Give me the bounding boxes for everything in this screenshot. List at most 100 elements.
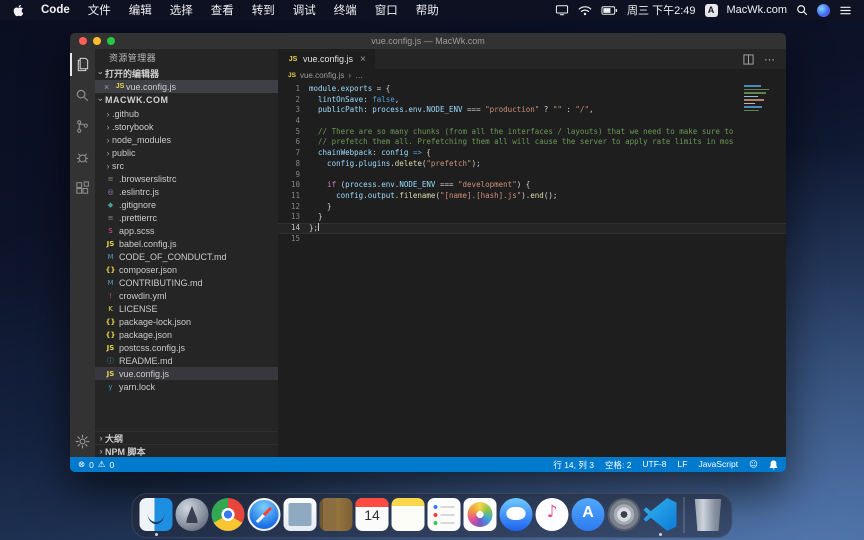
notification-list-icon[interactable] <box>839 5 852 16</box>
menubar-account[interactable]: MacWk.com <box>727 4 788 16</box>
code-area[interactable]: 1module.exports = {2 lintOnSave: false,3… <box>278 81 786 457</box>
reminders-icon <box>428 498 461 531</box>
wifi-icon[interactable] <box>578 5 592 16</box>
dock-item-photos[interactable] <box>464 498 497 531</box>
search-icon[interactable] <box>796 4 808 16</box>
tree-file-.gitignore[interactable]: ◆.gitignore <box>95 198 278 211</box>
status-language-mode[interactable]: JavaScript <box>698 459 738 471</box>
menu-item-转到[interactable]: 转到 <box>243 2 284 18</box>
menubar-clock[interactable]: 周三 下午2:49 <box>627 2 695 18</box>
messages-icon <box>500 498 533 531</box>
feedback-smiley-icon[interactable]: ☺ <box>749 460 758 470</box>
notifications-bell-icon[interactable] <box>769 460 778 470</box>
dock-item-contacts[interactable] <box>320 498 353 531</box>
breadcrumb-more[interactable]: … <box>355 71 363 80</box>
source-control-icon[interactable] <box>70 111 95 142</box>
mail-icon <box>284 498 317 531</box>
dock-item-messages[interactable] <box>500 498 533 531</box>
tree-file-babel.config.js[interactable]: JSbabel.config.js <box>95 237 278 250</box>
project-root-header[interactable]: › MACWK.COM <box>95 93 278 107</box>
more-actions-icon[interactable]: ⋯ <box>764 53 776 66</box>
tree-file-app.scss[interactable]: Sapp.scss <box>95 224 278 237</box>
tree-file-.browserslistrc[interactable]: ≡.browserslistrc <box>95 172 278 185</box>
menu-item-终端[interactable]: 终端 <box>325 2 366 18</box>
code-text: }; <box>309 223 319 234</box>
code-text: // There are so many chunks (from all th… <box>309 127 733 138</box>
split-editor-icon[interactable] <box>743 54 754 65</box>
minimap[interactable] <box>744 83 772 115</box>
dock-item-safari[interactable] <box>248 498 281 531</box>
menu-item-选择[interactable]: 选择 <box>161 2 202 18</box>
dock-item-launchpad[interactable] <box>176 498 209 531</box>
tab-close-icon[interactable]: × <box>360 54 366 65</box>
search-sidebar-icon[interactable] <box>70 80 95 111</box>
appstore-icon <box>572 498 605 531</box>
tree-folder-src[interactable]: ›src <box>95 159 278 172</box>
window-titlebar[interactable]: vue.config.js — MacWk.com <box>70 33 786 49</box>
tree-file-package-lock.json[interactable]: {}package-lock.json <box>95 315 278 328</box>
tree-file-.eslintrc.js[interactable]: ◎.eslintrc.js <box>95 185 278 198</box>
file-name: package.json <box>119 330 172 340</box>
tree-file-.prettierrc[interactable]: ≡.prettierrc <box>95 211 278 224</box>
close-editor-icon[interactable]: × <box>104 82 114 92</box>
status-encoding[interactable]: UTF-8 <box>642 459 666 471</box>
tree-file-postcss.config.js[interactable]: JSpostcss.config.js <box>95 341 278 354</box>
menu-item-编辑[interactable]: 编辑 <box>120 2 161 18</box>
explorer-icon[interactable] <box>70 49 95 80</box>
tree-file-vue.config.js[interactable]: JSvue.config.js <box>95 367 278 380</box>
open-editor-item-vue-config[interactable]: × JS vue.config.js <box>95 80 278 93</box>
file-name: CONTRIBUTING.md <box>119 278 203 288</box>
tree-file-CONTRIBUTING.md[interactable]: MCONTRIBUTING.md <box>95 276 278 289</box>
status-cursor-position[interactable]: 行 14, 列 3 <box>553 459 594 471</box>
tree-file-package.json[interactable]: {}package.json <box>95 328 278 341</box>
status-indent-setting[interactable]: 空格: 2 <box>605 459 631 471</box>
apple-menu[interactable] <box>13 4 24 17</box>
tree-file-yarn.lock[interactable]: yyarn.lock <box>95 380 278 393</box>
dock-item-notes[interactable] <box>392 498 425 531</box>
status-eol-sequence[interactable]: LF <box>678 459 688 471</box>
menu-item-窗口[interactable]: 窗口 <box>366 2 407 18</box>
debug-icon[interactable] <box>70 142 95 173</box>
tree-folder-public[interactable]: ›public <box>95 146 278 159</box>
dock-item-system-preferences[interactable] <box>608 498 641 531</box>
npm-scripts-section[interactable]: › NPM 脚本 <box>95 444 278 457</box>
file-name: public <box>112 148 136 158</box>
tree-folder-.github[interactable]: ›.github <box>95 107 278 120</box>
settings-gear-icon[interactable] <box>70 426 95 457</box>
display-icon[interactable] <box>555 4 569 16</box>
dock-item-mail[interactable] <box>284 498 317 531</box>
outline-section[interactable]: › 大纲 <box>95 431 278 444</box>
dock-item-chrome[interactable] <box>212 498 245 531</box>
dock-item-itunes[interactable] <box>536 498 569 531</box>
dock-item-vscode[interactable] <box>644 498 677 531</box>
tab-vue-config[interactable]: JS vue.config.js × <box>278 49 375 69</box>
problems-indicator[interactable]: ⊗ 0 ⚠ 0 <box>78 460 114 470</box>
menu-item-调试[interactable]: 调试 <box>284 2 325 18</box>
open-editors-header[interactable]: › 打开的编辑器 <box>95 66 278 80</box>
menu-item-查看[interactable]: 查看 <box>202 2 243 18</box>
code-text: publicPath: process.env.NODE_ENV === "pr… <box>309 105 593 116</box>
tree-file-CODE_OF_CONDUCT.md[interactable]: MCODE_OF_CONDUCT.md <box>95 250 278 263</box>
tree-file-composer.json[interactable]: {}composer.json <box>95 263 278 276</box>
menu-item-帮助[interactable]: 帮助 <box>407 2 448 18</box>
tree-folder-.storybook[interactable]: ›.storybook <box>95 120 278 133</box>
dock-item-trash[interactable] <box>692 498 725 531</box>
file-name: yarn.lock <box>119 382 155 392</box>
input-source-badge[interactable]: A <box>705 4 718 17</box>
dock-item-reminders[interactable] <box>428 498 461 531</box>
dock-item-calendar[interactable]: 14 <box>356 498 389 531</box>
menu-item-文件[interactable]: 文件 <box>79 2 120 18</box>
file-type-icon: {} <box>104 331 117 339</box>
tree-file-crowdin.yml[interactable]: !crowdin.yml <box>95 289 278 302</box>
dock-item-appstore[interactable] <box>572 498 605 531</box>
extensions-icon[interactable] <box>70 173 95 204</box>
siri-icon[interactable] <box>817 4 830 17</box>
app-menu-title[interactable]: Code <box>32 4 79 16</box>
file-name: app.scss <box>119 226 155 236</box>
battery-icon[interactable] <box>601 5 618 16</box>
tree-file-README.md[interactable]: ⓘREADME.md <box>95 354 278 367</box>
dock-item-finder[interactable] <box>140 498 173 531</box>
tree-file-LICENSE[interactable]: KLICENSE <box>95 302 278 315</box>
breadcrumb[interactable]: JS vue.config.js › … <box>278 69 786 81</box>
tree-folder-node_modules[interactable]: ›node_modules <box>95 133 278 146</box>
